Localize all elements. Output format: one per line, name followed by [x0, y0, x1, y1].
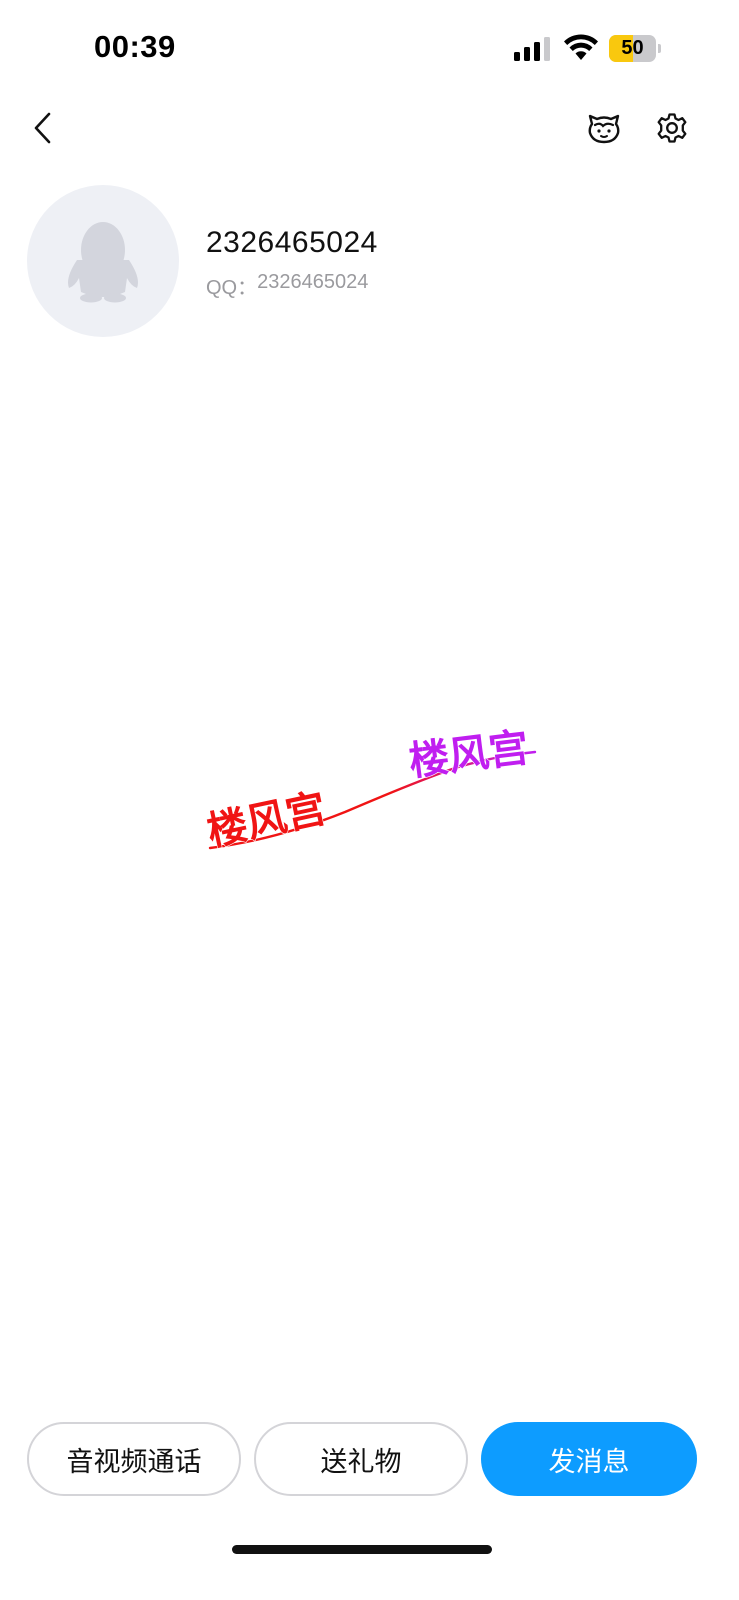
signature-text-left: 楼风宫	[203, 786, 330, 856]
qq-number: QQ： 2326465024	[206, 271, 368, 300]
send-message-button[interactable]: 发消息	[481, 1422, 697, 1496]
battery-body: 50	[609, 35, 656, 62]
back-button[interactable]	[22, 108, 62, 148]
battery-tip	[658, 44, 661, 53]
signature-art: 楼风宫 楼风宫	[203, 724, 537, 856]
battery-icon: 50	[609, 35, 661, 62]
penguin-placeholder-icon	[68, 222, 138, 303]
signature-text-right: 楼风宫	[407, 725, 532, 785]
send-gift-button[interactable]: 送礼物	[254, 1422, 468, 1496]
avatar-pendant-button[interactable]	[584, 108, 624, 148]
settings-button[interactable]	[652, 108, 692, 148]
gear-icon	[657, 113, 687, 143]
status-time: 00:39	[94, 29, 176, 64]
chevron-left-icon	[34, 112, 51, 144]
wifi-icon	[564, 34, 598, 60]
status-bar: 00:39 50	[0, 0, 739, 100]
signal-icon	[514, 37, 550, 61]
battery-level: 50	[621, 37, 644, 59]
profile-header: 2326465024 QQ： 2326465024	[0, 180, 739, 350]
av-call-button[interactable]: 音视频通话	[27, 1422, 241, 1496]
avatar[interactable]	[27, 185, 179, 337]
action-bar: 音视频通话 送礼物 发消息	[0, 1420, 739, 1500]
home-indicator[interactable]	[232, 1545, 492, 1554]
avatar-pendant-icon	[588, 114, 620, 144]
qq-label: QQ：	[206, 277, 258, 299]
qq-number-value: 2326465024	[257, 271, 369, 293]
nickname: 2326465024	[206, 226, 378, 259]
nav-bar	[0, 100, 739, 156]
